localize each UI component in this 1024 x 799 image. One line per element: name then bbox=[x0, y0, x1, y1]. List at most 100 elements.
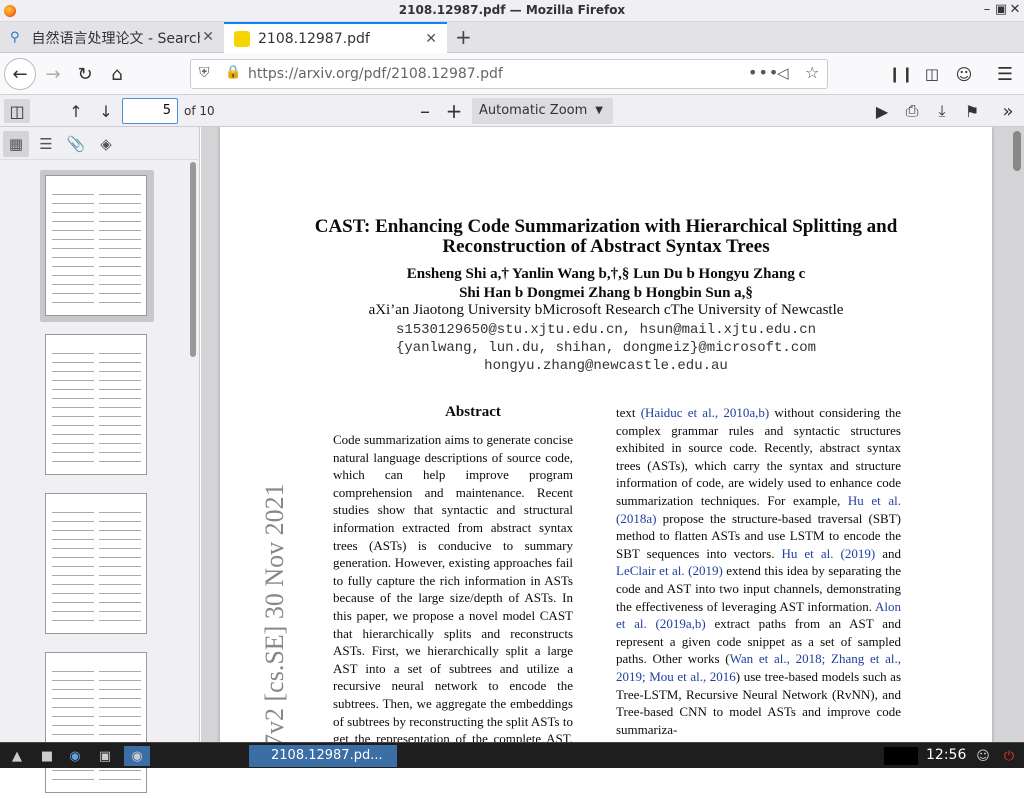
taskbar-window-button[interactable]: 2108.12987.pd... bbox=[249, 745, 397, 767]
zoom-select[interactable]: Automatic Zoom ▼ bbox=[472, 98, 613, 124]
citation-link[interactable]: LeClair et al. (2019) bbox=[616, 563, 723, 578]
back-button[interactable]: ← bbox=[4, 58, 36, 90]
thumbnail-line bbox=[99, 698, 141, 699]
download-icon[interactable]: ⤓ bbox=[930, 99, 954, 123]
restore-icon[interactable]: ▣ bbox=[994, 2, 1008, 17]
thumbnail-line bbox=[99, 284, 141, 285]
taskbar: ▲ ■ ◉ ▣ ◉ 2108.12987.pd... 12:56 ☺ ⏻ bbox=[0, 742, 1024, 768]
thumbnail-line bbox=[99, 398, 141, 399]
thumbnail-line bbox=[52, 293, 94, 294]
thumbnails-icon[interactable]: ▦ bbox=[3, 131, 29, 157]
email-line: s1530129650@stu.xjtu.edu.cn, hsun@mail.x… bbox=[395, 322, 817, 338]
thumbnail-line bbox=[99, 521, 141, 522]
close-tab-icon[interactable]: ✕ bbox=[202, 29, 214, 45]
thumbnail-line bbox=[52, 779, 94, 780]
folder-icon[interactable]: ▣ bbox=[94, 746, 116, 766]
thumbnail-line bbox=[99, 266, 141, 267]
thumbnail-line bbox=[52, 239, 94, 240]
firefox-taskbar-icon[interactable]: ◉ bbox=[124, 746, 150, 766]
forward-button[interactable]: → bbox=[38, 59, 68, 89]
layers-icon[interactable]: ◈ bbox=[93, 131, 119, 157]
minimize-icon[interactable]: – bbox=[980, 2, 994, 17]
page-thumbnail-3[interactable] bbox=[40, 488, 154, 640]
pocket-icon[interactable]: ◁ bbox=[777, 64, 789, 82]
thumbnail-line bbox=[52, 734, 94, 735]
page-actions-icon[interactable]: ••• bbox=[748, 63, 779, 82]
pdf-toolbar: ◫ ↑ ↓ 5 of 10 – + Automatic Zoom ▼ ▶ ⎙ ⤓… bbox=[0, 95, 1024, 127]
account-icon[interactable]: ☺ bbox=[949, 59, 979, 89]
thumbnail-line bbox=[52, 725, 94, 726]
start-menu-icon[interactable]: ▲ bbox=[6, 746, 28, 766]
thumbnail-line bbox=[99, 779, 141, 780]
thumbnail-line bbox=[99, 353, 141, 354]
page-thumbnail-2[interactable] bbox=[40, 329, 154, 481]
thumbnail-line bbox=[99, 362, 141, 363]
affiliations: aXi’an Jiaotong University bMicrosoft Re… bbox=[368, 302, 844, 318]
thumbnail-line bbox=[52, 557, 94, 558]
thumbnail-image bbox=[45, 334, 147, 475]
thumbnail-line bbox=[52, 593, 94, 594]
presentation-mode-icon[interactable]: ▶ bbox=[870, 99, 894, 123]
toggle-sidebar-icon[interactable]: ◫ bbox=[4, 99, 30, 123]
pdf-sidebar: ▦ ☰ 📎 ◈ bbox=[0, 127, 200, 793]
url-text[interactable]: https://arxiv.org/pdf/2108.12987.pdf bbox=[248, 66, 503, 82]
tab-pdf[interactable]: 2108.12987.pdf ✕ bbox=[224, 22, 447, 54]
sidebar-scrollbar[interactable] bbox=[190, 162, 196, 357]
power-icon[interactable]: ⏻ bbox=[998, 746, 1020, 766]
close-window-icon[interactable]: ✕ bbox=[1008, 2, 1022, 17]
thumbnail-line bbox=[52, 716, 94, 717]
thumbnail-line bbox=[99, 707, 141, 708]
thumbnail-line bbox=[52, 371, 94, 372]
thumbnail-line bbox=[52, 398, 94, 399]
print-icon[interactable]: ⎙ bbox=[900, 99, 924, 123]
bookmark-icon[interactable]: ⚑ bbox=[960, 99, 984, 123]
page-thumbnail-4[interactable] bbox=[40, 647, 154, 799]
thumbnail-line bbox=[52, 602, 94, 603]
home-button[interactable]: ⌂ bbox=[102, 59, 132, 89]
zoom-in-icon[interactable]: + bbox=[442, 99, 466, 123]
tab-label: 2108.12987.pdf bbox=[258, 31, 370, 47]
thumbnail-line bbox=[99, 248, 141, 249]
favicon-icon bbox=[234, 31, 250, 47]
paper-title: CAST: Enhancing Code Summarization with … bbox=[220, 217, 992, 257]
citation-link[interactable]: Hu et al. (2019) bbox=[781, 546, 875, 561]
thumbnail-line bbox=[52, 266, 94, 267]
thumbnail-line bbox=[52, 461, 94, 462]
attachments-icon[interactable]: 📎 bbox=[63, 131, 89, 157]
citation-link[interactable]: (Haiduc et al., 2010a,b) bbox=[641, 405, 770, 420]
tab-search[interactable]: ⚲ 自然语言处理论文 - Search ✕ bbox=[0, 22, 224, 53]
zoom-out-icon[interactable]: – bbox=[413, 99, 437, 123]
thumbnail-line bbox=[99, 452, 141, 453]
thumbnail-line bbox=[99, 557, 141, 558]
shield-icon[interactable]: ⛨ bbox=[199, 65, 210, 81]
previous-page-icon[interactable]: ↑ bbox=[64, 99, 88, 123]
thumbnail-line bbox=[52, 389, 94, 390]
page-number-input[interactable]: 5 bbox=[122, 98, 178, 124]
close-tab-icon[interactable]: ✕ bbox=[425, 31, 437, 47]
outline-icon[interactable]: ☰ bbox=[33, 131, 59, 157]
thumbnail-line bbox=[99, 239, 141, 240]
thumbnail-line bbox=[52, 575, 94, 576]
address-bar[interactable]: ⛨ 🔒 https://arxiv.org/pdf/2108.12987.pdf… bbox=[190, 59, 828, 89]
menu-icon[interactable]: ☰ bbox=[990, 59, 1020, 89]
bookmark-star-icon[interactable]: ☆ bbox=[805, 63, 819, 82]
thumbnail-line bbox=[99, 302, 141, 303]
next-page-icon[interactable]: ↓ bbox=[94, 99, 118, 123]
thumbnail-line bbox=[52, 707, 94, 708]
thumbnail-line bbox=[99, 680, 141, 681]
files-icon[interactable]: ■ bbox=[36, 746, 58, 766]
tools-menu-icon[interactable]: » bbox=[996, 99, 1020, 123]
viewer-scrollbar[interactable] bbox=[1013, 131, 1021, 171]
lock-icon[interactable]: 🔒 bbox=[225, 65, 241, 80]
sidebar-toggle-icon[interactable]: ◫ bbox=[917, 59, 947, 89]
zoom-select-value: Automatic Zoom bbox=[479, 103, 588, 118]
thumbnail-line bbox=[99, 512, 141, 513]
thumbnail-line bbox=[52, 680, 94, 681]
library-icon[interactable]: ❙❙ bbox=[886, 59, 916, 89]
authors-line: Shi Han b Dongmei Zhang b Hongbin Sun a,… bbox=[459, 285, 753, 301]
page-thumbnail-1[interactable] bbox=[40, 170, 154, 322]
browser-icon[interactable]: ◉ bbox=[64, 746, 86, 766]
new-tab-icon[interactable]: + bbox=[455, 25, 472, 49]
reload-button[interactable]: ↻ bbox=[70, 59, 100, 89]
user-icon[interactable]: ☺ bbox=[972, 746, 994, 766]
